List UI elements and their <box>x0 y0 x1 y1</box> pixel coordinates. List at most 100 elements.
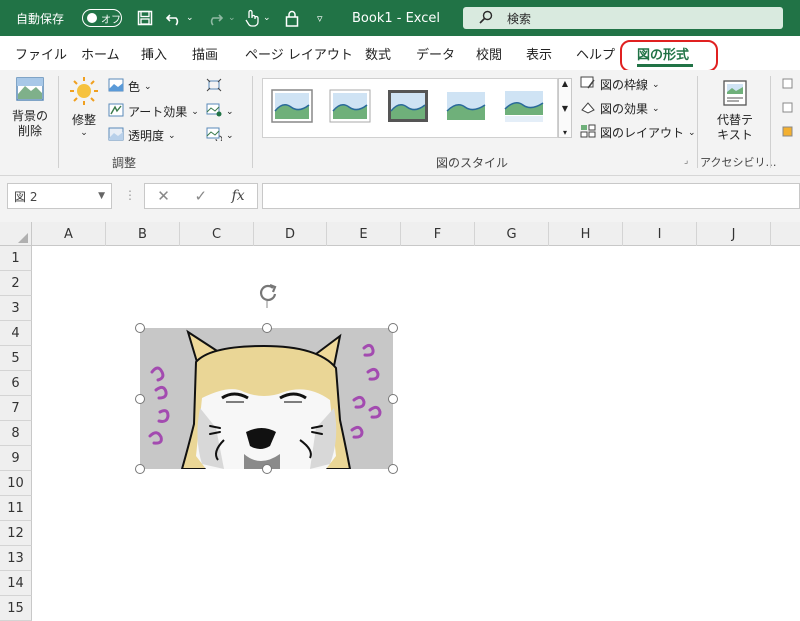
corrections-dropdown-icon: ⌄ <box>80 128 88 138</box>
change-picture-icon <box>206 103 222 120</box>
column-header[interactable]: I <box>623 222 697 246</box>
enter-icon[interactable]: ✓ <box>194 187 207 205</box>
column-header[interactable]: H <box>549 222 623 246</box>
picture-effects-label: 図の効果 <box>600 102 649 116</box>
transparency-dropdown-icon: ⌄ <box>168 130 176 141</box>
tab-view[interactable]: 表示 <box>526 44 552 63</box>
alt-text-label-1: 代替テ <box>716 113 753 127</box>
arrange-icon[interactable] <box>782 102 796 116</box>
style-thumbnail[interactable] <box>387 89 429 123</box>
redo-dropdown-icon[interactable]: ⌄ <box>228 0 236 36</box>
resize-handle[interactable] <box>388 464 398 474</box>
resize-handle[interactable] <box>388 394 398 404</box>
column-header[interactable]: J <box>697 222 771 246</box>
style-thumbnail[interactable] <box>503 89 545 123</box>
cancel-icon[interactable]: ✕ <box>157 187 170 205</box>
resize-handle[interactable] <box>135 464 145 474</box>
reset-picture-button[interactable]: ⌄ <box>206 127 234 144</box>
insert-function-icon[interactable]: fx <box>232 188 245 204</box>
row-header[interactable]: 10 <box>0 471 32 496</box>
picture-border-button[interactable]: 図の枠線 ⌄ <box>580 76 660 93</box>
reset-picture-dropdown-icon: ⌄ <box>226 130 234 141</box>
resize-handle[interactable] <box>262 323 272 333</box>
autosave-toggle[interactable]: オフ <box>82 9 122 27</box>
row-header[interactable]: 4 <box>0 321 32 346</box>
redo-icon[interactable] <box>205 0 223 36</box>
chevron-up-icon[interactable]: ▲ <box>562 79 568 88</box>
column-header[interactable]: B <box>106 222 180 246</box>
search-box[interactable]: 検索 <box>463 7 783 29</box>
row-header[interactable]: 15 <box>0 596 32 621</box>
color-button[interactable]: 色 ⌄ <box>108 78 152 95</box>
row-header[interactable]: 12 <box>0 521 32 546</box>
tab-help[interactable]: ヘルプ <box>576 44 615 63</box>
tab-file[interactable]: ファイル <box>15 44 67 63</box>
column-header-partial[interactable] <box>771 222 800 246</box>
style-thumbnail[interactable] <box>329 89 371 123</box>
lock-icon[interactable] <box>285 0 299 36</box>
picture-effects-button[interactable]: 図の効果 ⌄ <box>580 100 660 117</box>
chevron-down-icon[interactable]: ▼ <box>562 104 568 113</box>
row-header[interactable]: 14 <box>0 571 32 596</box>
ribbon-separator <box>770 76 771 168</box>
column-header[interactable]: F <box>401 222 475 246</box>
dialog-launcher-icon[interactable]: ⌟ <box>684 156 688 166</box>
row-header[interactable]: 6 <box>0 371 32 396</box>
row-header[interactable]: 7 <box>0 396 32 421</box>
arrange-icon[interactable] <box>782 78 796 92</box>
gallery-scroll[interactable]: ▲ ▼ ▾ <box>558 78 572 138</box>
style-thumbnail[interactable] <box>445 89 487 123</box>
row-header[interactable]: 9 <box>0 446 32 471</box>
more-styles-icon[interactable]: ▾ <box>563 128 567 137</box>
change-picture-button[interactable]: ⌄ <box>206 103 234 120</box>
row-header[interactable]: 8 <box>0 421 32 446</box>
style-thumbnail[interactable] <box>271 89 313 123</box>
customize-qat-icon[interactable]: ▿ <box>317 0 323 36</box>
column-header[interactable]: D <box>254 222 327 246</box>
undo-dropdown-icon[interactable]: ⌄ <box>186 0 194 36</box>
column-header[interactable]: A <box>32 222 106 246</box>
row-header[interactable]: 3 <box>0 296 32 321</box>
row-header[interactable]: 13 <box>0 546 32 571</box>
transparency-button[interactable]: 透明度 ⌄ <box>108 127 176 144</box>
corrections-button[interactable]: 修整 ⌄ <box>66 76 102 138</box>
row-header[interactable]: 2 <box>0 271 32 296</box>
tab-insert[interactable]: 挿入 <box>141 44 167 63</box>
save-icon[interactable] <box>137 0 153 36</box>
accessibility-group-label: アクセシビリ… <box>700 156 777 169</box>
column-header[interactable]: C <box>180 222 254 246</box>
tab-data[interactable]: データ <box>416 44 455 63</box>
column-header[interactable]: E <box>327 222 401 246</box>
compress-pictures-button[interactable] <box>206 78 222 95</box>
tab-home[interactable]: ホーム <box>81 44 120 63</box>
column-header[interactable]: G <box>475 222 549 246</box>
resize-handle[interactable] <box>262 464 272 474</box>
select-all-button[interactable] <box>0 222 32 246</box>
touch-mode-icon[interactable] <box>244 0 260 36</box>
name-box-dropdown-icon[interactable]: ▼ <box>98 191 105 201</box>
arrange-icon[interactable] <box>782 126 796 140</box>
alt-text-button[interactable]: 代替テ キスト <box>712 78 758 143</box>
row-header[interactable]: 11 <box>0 496 32 521</box>
formula-input[interactable] <box>262 183 800 209</box>
touch-dropdown-icon[interactable]: ⌄ <box>263 0 271 36</box>
selected-picture[interactable] <box>140 328 393 470</box>
row-header[interactable]: 5 <box>0 346 32 371</box>
row-header[interactable]: 1 <box>0 246 32 271</box>
resize-handle[interactable] <box>135 394 145 404</box>
undo-icon[interactable] <box>166 0 184 36</box>
worksheet-grid[interactable]: A B C D E F G H I J 1 2 3 4 5 6 7 8 9 10… <box>0 222 800 621</box>
tab-formulas[interactable]: 数式 <box>365 44 391 63</box>
resize-handle[interactable] <box>388 323 398 333</box>
tab-review[interactable]: 校閲 <box>476 44 502 63</box>
tab-page-layout[interactable]: ページ レイアウト <box>245 44 353 63</box>
resize-handle[interactable] <box>135 323 145 333</box>
remove-background-button[interactable]: 背景の 削除 <box>8 76 52 139</box>
rotate-handle-icon[interactable] <box>256 282 280 311</box>
toggle-knob <box>87 13 97 23</box>
artistic-effects-button[interactable]: アート効果 ⌄ <box>108 103 199 120</box>
name-box[interactable]: 図 2 ▼ <box>7 183 112 209</box>
tab-draw[interactable]: 描画 <box>192 44 218 63</box>
transparency-label: 透明度 <box>128 129 165 143</box>
picture-layout-button[interactable]: 図のレイアウト ⌄ <box>580 124 696 141</box>
